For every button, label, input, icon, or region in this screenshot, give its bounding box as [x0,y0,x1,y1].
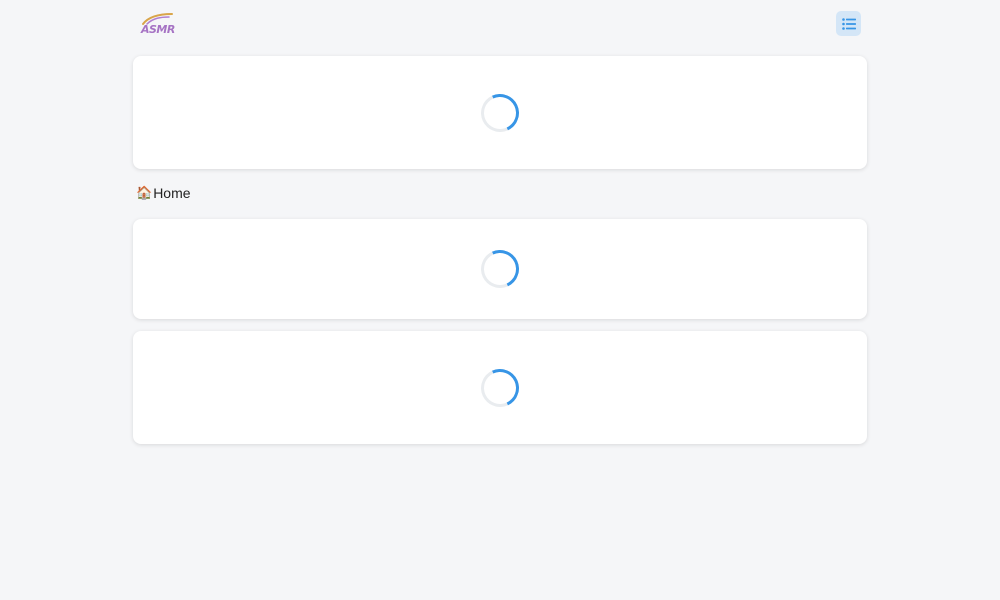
site-logo[interactable]: ASMR [139,12,175,36]
breadcrumb: 🏠 Home [136,185,191,201]
loading-spinner-icon [475,244,525,294]
loading-spinner-icon [475,88,525,137]
loading-spinner-icon [475,363,525,412]
loading-card-top [133,56,867,169]
home-icon: 🏠 [136,185,153,200]
logo-text: ASMR [141,23,175,36]
header: ASMR [133,8,867,40]
loading-card-bottom [133,331,867,444]
breadcrumb-home-link[interactable]: Home [153,185,190,201]
loading-card-middle [133,219,867,319]
list-icon [841,17,856,30]
menu-button[interactable] [836,11,861,36]
